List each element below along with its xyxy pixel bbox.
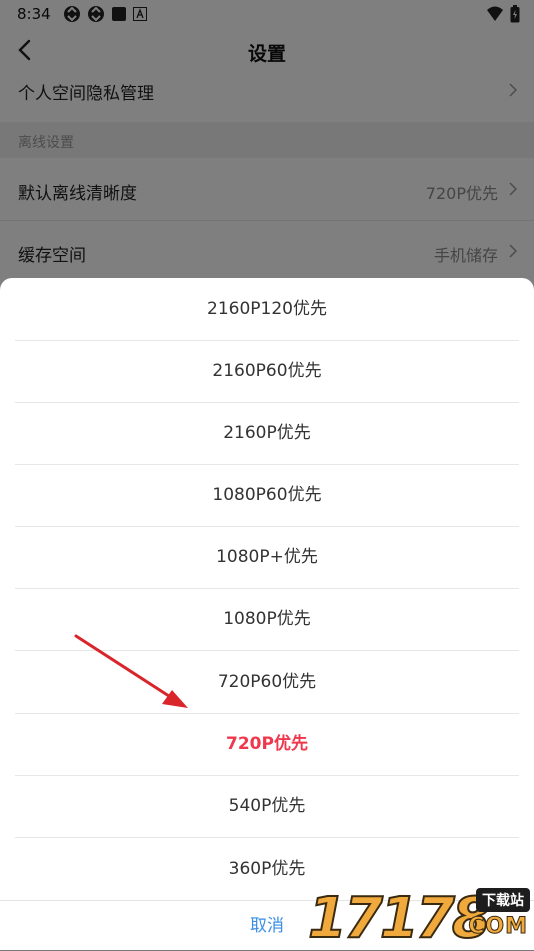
site-watermark-logo: 17178 下载站 COM (307, 886, 530, 951)
quality-option[interactable]: 2160P120优先 (15, 278, 519, 341)
quality-option[interactable]: 1080P60优先 (15, 464, 519, 527)
quality-option[interactable]: 540P优先 (15, 775, 519, 838)
quality-option[interactable]: 2160P优先 (15, 402, 519, 465)
quality-option[interactable]: 1080P优先 (15, 588, 519, 651)
quality-option[interactable]: 1080P+优先 (15, 526, 519, 589)
quality-option[interactable]: 2160P60优先 (15, 340, 519, 403)
quality-picker-sheet: 2160P120优先 2160P60优先 2160P优先 1080P60优先 1… (0, 278, 534, 950)
quality-option-selected[interactable]: 720P优先 (15, 713, 519, 776)
quality-option[interactable]: 720P60优先 (15, 651, 519, 714)
